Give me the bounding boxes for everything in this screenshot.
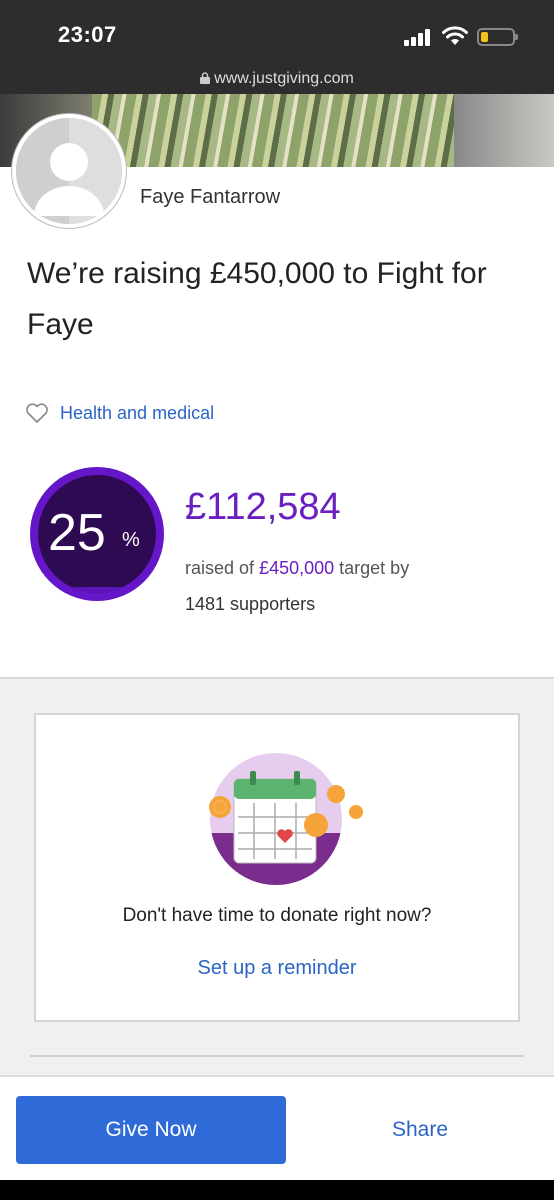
heart-outline-icon [26, 403, 48, 423]
amount-raised: £112,584 [185, 486, 341, 528]
target-suffix: target by [339, 558, 410, 578]
supporters-count: 1481 supporters [185, 594, 316, 614]
url-bar[interactable]: www.justgiving.com [0, 70, 554, 88]
page-title: We’re raising £450,000 to Fight for Faye [27, 257, 487, 341]
avatar [12, 114, 126, 228]
url-text: www.justgiving.com [214, 70, 354, 87]
browser-top-bar: 23:07 www.justgiving.com [0, 0, 554, 94]
category-link[interactable]: Health and medical [60, 403, 214, 424]
reminder-card: Don't have time to donate right now? Set… [34, 713, 520, 1022]
category-row[interactable]: Health and medical [25, 402, 214, 424]
page-owner-name: Faye Fantarrow [140, 186, 281, 208]
lock-icon [200, 72, 211, 84]
progress-percent: 25 [48, 504, 106, 562]
status-time: 23:07 [58, 22, 117, 47]
signal-icon [404, 28, 434, 46]
reminder-question: Don't have time to donate right now? [122, 905, 432, 926]
battery-icon [477, 28, 518, 46]
bottom-edge [0, 1180, 554, 1200]
default-avatar-icon [16, 118, 122, 224]
progress-percent-sign: % [122, 529, 140, 551]
share-button[interactable]: Share [320, 1096, 520, 1164]
raised-prefix: raised of [185, 558, 255, 578]
calendar-illustration [209, 753, 363, 885]
target-line: raised of £450,000 target by [185, 558, 409, 579]
target-amount: £450,000 [259, 558, 335, 578]
progress-ring: 25 % [30, 467, 164, 601]
progress-fill [38, 586, 156, 593]
give-now-button[interactable]: Give Now [16, 1096, 286, 1164]
section-divider [30, 1055, 524, 1057]
set-reminder-link[interactable]: Set up a reminder [36, 957, 518, 980]
wifi-icon [442, 26, 468, 45]
